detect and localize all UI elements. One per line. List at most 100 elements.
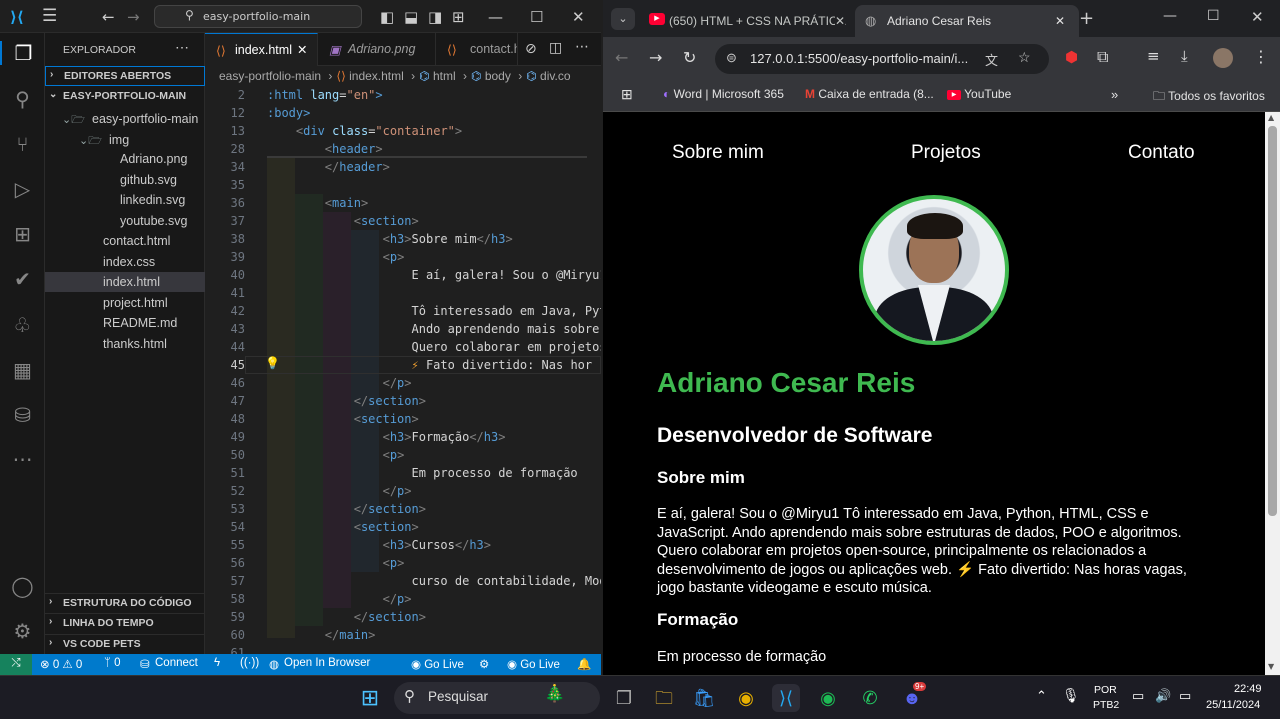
back-icon[interactable]: ← bbox=[615, 48, 628, 67]
extensions-puzzle-icon[interactable]: ⧉ bbox=[1097, 47, 1108, 67]
nav-link-contato[interactable]: Contato bbox=[1128, 142, 1195, 164]
close-tab-icon[interactable]: ✕ bbox=[835, 14, 846, 28]
chrome-menu-icon[interactable]: ⋮ bbox=[1253, 47, 1269, 66]
forward-arrow-icon[interactable]: → bbox=[127, 8, 140, 26]
close-tab-icon[interactable]: ✕ bbox=[297, 42, 307, 57]
customize-layout-icon[interactable]: ⊞ bbox=[452, 8, 465, 26]
pets-section[interactable]: › VS CODE PETS bbox=[45, 634, 205, 654]
tree-item[interactable]: index.css bbox=[45, 252, 205, 272]
menu-icon[interactable]: ☰ bbox=[42, 6, 57, 26]
toggle-panel-icon[interactable]: ⬓ bbox=[404, 8, 418, 26]
back-arrow-icon[interactable]: ← bbox=[102, 8, 115, 26]
code-line[interactable]: ⚡ Fato divertido: Nas hor bbox=[267, 358, 593, 376]
lightning-icon[interactable]: ϟ bbox=[214, 657, 220, 669]
breadcrumb-item[interactable]: div.co bbox=[540, 69, 570, 83]
maximize-icon[interactable]: ☐ bbox=[1207, 8, 1220, 24]
tree-item[interactable]: README.md bbox=[45, 313, 205, 333]
bookmark-item[interactable]: ▶ YouTube bbox=[947, 87, 1011, 101]
open-editors-section[interactable]: › EDITORES ABERTOS bbox=[45, 66, 205, 86]
maximize-icon[interactable]: ☐ bbox=[530, 8, 543, 26]
notifications-icon[interactable]: 🔔 bbox=[577, 657, 591, 671]
more-bookmarks-icon[interactable]: » bbox=[1111, 87, 1118, 102]
code-line[interactable]: <h3>Formação</h3> bbox=[267, 430, 506, 448]
breadcrumb-item[interactable]: body bbox=[485, 69, 511, 83]
tree-item[interactable]: linkedin.svg bbox=[45, 190, 205, 210]
testing-icon[interactable]: ✔ bbox=[0, 267, 45, 291]
extensions-icon[interactable]: ⊞ bbox=[0, 222, 45, 246]
tree-item[interactable]: ⌄🗁 img bbox=[45, 129, 205, 149]
battery-icon[interactable]: ▭ bbox=[1179, 688, 1191, 704]
timeline-section[interactable]: › LINHA DO TEMPO bbox=[45, 613, 205, 633]
explorer-icon[interactable]: ❐ bbox=[0, 41, 45, 65]
address-bar[interactable]: ⊜ 127.0.0.1:5500/easy-portfolio-main/i..… bbox=[715, 44, 1049, 74]
settings-gear-icon[interactable]: ⚙ bbox=[0, 619, 45, 643]
tab-contact-html[interactable]: ⟨⟩ contact.h bbox=[436, 33, 518, 66]
task-view-icon[interactable]: ❐ bbox=[610, 684, 638, 712]
microsoft-store-icon[interactable]: 🛍 bbox=[690, 684, 718, 712]
connect-button[interactable]: Connect bbox=[155, 657, 198, 669]
apps-grid-icon[interactable]: ⊞ bbox=[621, 86, 633, 103]
windows-start-icon[interactable]: ⊞ bbox=[356, 684, 384, 712]
tree-item[interactable]: project.html bbox=[45, 293, 205, 313]
code-line[interactable]: </section> bbox=[267, 394, 426, 412]
code-line[interactable]: </p> bbox=[267, 376, 412, 394]
clock-date[interactable]: 25/11/2024 bbox=[1206, 699, 1260, 711]
network-icon[interactable]: ▭ bbox=[1132, 688, 1144, 704]
microphone-icon[interactable]: 🎙 bbox=[1062, 687, 1080, 704]
command-center[interactable]: ⚲ easy-portfolio-main bbox=[154, 5, 362, 28]
tab-search-icon[interactable]: ⌄ bbox=[611, 8, 635, 30]
account-icon[interactable]: ◯ bbox=[0, 574, 45, 598]
hide-preview-icon[interactable]: ⊘ bbox=[525, 41, 537, 57]
code-line[interactable]: </main> bbox=[267, 628, 376, 646]
page-scrollbar[interactable]: ▲ ▼ bbox=[1265, 112, 1280, 675]
code-line[interactable]: <main> bbox=[267, 196, 368, 214]
run-debug-icon[interactable]: ▷ bbox=[0, 177, 45, 201]
tree-item[interactable]: thanks.html bbox=[45, 334, 205, 354]
code-line[interactable]: E aí, galera! Sou o @Miryu1 bbox=[267, 268, 601, 286]
toggle-secondary-sidebar-icon[interactable]: ◨ bbox=[428, 8, 442, 26]
chevron-up-icon[interactable]: ⌃ bbox=[1036, 688, 1047, 704]
all-bookmarks-folder[interactable]: 🗀 Todos os favoritos bbox=[1153, 87, 1265, 108]
tree-item[interactable]: contact.html bbox=[45, 231, 205, 251]
chrome-tab-youtube[interactable]: ▶ (650) HTML + CSS NA PRÁTICA ✕ bbox=[639, 5, 855, 37]
tree-item[interactable]: index.html bbox=[45, 272, 205, 292]
code-editor[interactable]: 💡 2:html lang="en"> 12:body> 13 <div class… bbox=[205, 86, 601, 654]
database-icon[interactable]: ⛁ bbox=[0, 403, 45, 427]
bookmark-item[interactable]: ◐ Word | Microsoft 365 bbox=[663, 87, 784, 101]
table-icon[interactable]: ▦ bbox=[0, 358, 45, 382]
code-line[interactable]: :html lang="en"> bbox=[267, 88, 383, 106]
problems-indicator[interactable]: ⊗ 0 ⚠ 0 bbox=[40, 657, 82, 671]
bookmark-star-icon[interactable]: ☆ bbox=[1018, 49, 1031, 66]
tree-item[interactable]: youtube.svg bbox=[45, 211, 205, 231]
code-line[interactable]: <div class="container"> bbox=[267, 124, 462, 142]
code-line[interactable]: </p> bbox=[267, 484, 412, 502]
whatsapp-icon[interactable]: ✆ bbox=[856, 684, 884, 712]
code-line[interactable]: Em processo de formação bbox=[267, 466, 577, 484]
minimize-icon[interactable]: — bbox=[1163, 8, 1177, 24]
go-live-button-2[interactable]: ◉ Go Live bbox=[507, 657, 560, 671]
search-icon[interactable]: ⚲ bbox=[0, 87, 45, 111]
close-window-icon[interactable]: ✕ bbox=[1251, 8, 1264, 26]
language-bottom[interactable]: PTB2 bbox=[1093, 699, 1119, 711]
breadcrumb-item[interactable]: easy-portfolio-main bbox=[219, 69, 321, 83]
go-live-button[interactable]: ◉ Go Live bbox=[411, 657, 464, 671]
downloads-icon[interactable]: ⤓ bbox=[1181, 47, 1188, 65]
open-in-browser-button[interactable]: Open In Browser bbox=[284, 657, 370, 669]
bookmark-item[interactable]: M Caixa de entrada (8... bbox=[805, 87, 934, 101]
code-line[interactable]: <section> bbox=[267, 520, 419, 538]
nav-link-sobre-mim[interactable]: Sobre mim bbox=[672, 142, 764, 164]
code-line[interactable]: Quero colaborar em projetos bbox=[267, 340, 601, 358]
code-line[interactable]: </p> bbox=[267, 592, 412, 610]
nav-link-projetos[interactable]: Projetos bbox=[911, 142, 981, 164]
scrollbar-thumb[interactable] bbox=[1268, 126, 1277, 516]
code-line[interactable]: <h3>Sobre mim</h3> bbox=[267, 232, 513, 250]
media-control-icon[interactable]: ≡ bbox=[1147, 47, 1160, 65]
tree-item[interactable]: github.svg bbox=[45, 170, 205, 190]
forward-icon[interactable]: → bbox=[649, 48, 662, 67]
code-line[interactable]: <p> bbox=[267, 448, 405, 466]
ports-indicator[interactable]: ᛘ 0 bbox=[104, 657, 121, 669]
broadcast-icon[interactable]: ((·)) bbox=[240, 657, 259, 669]
site-info-icon[interactable]: ⊜ bbox=[726, 50, 737, 66]
code-line[interactable]: <section> bbox=[267, 214, 419, 232]
tab-adriano-png[interactable]: ▣ Adriano.png bbox=[318, 33, 436, 66]
